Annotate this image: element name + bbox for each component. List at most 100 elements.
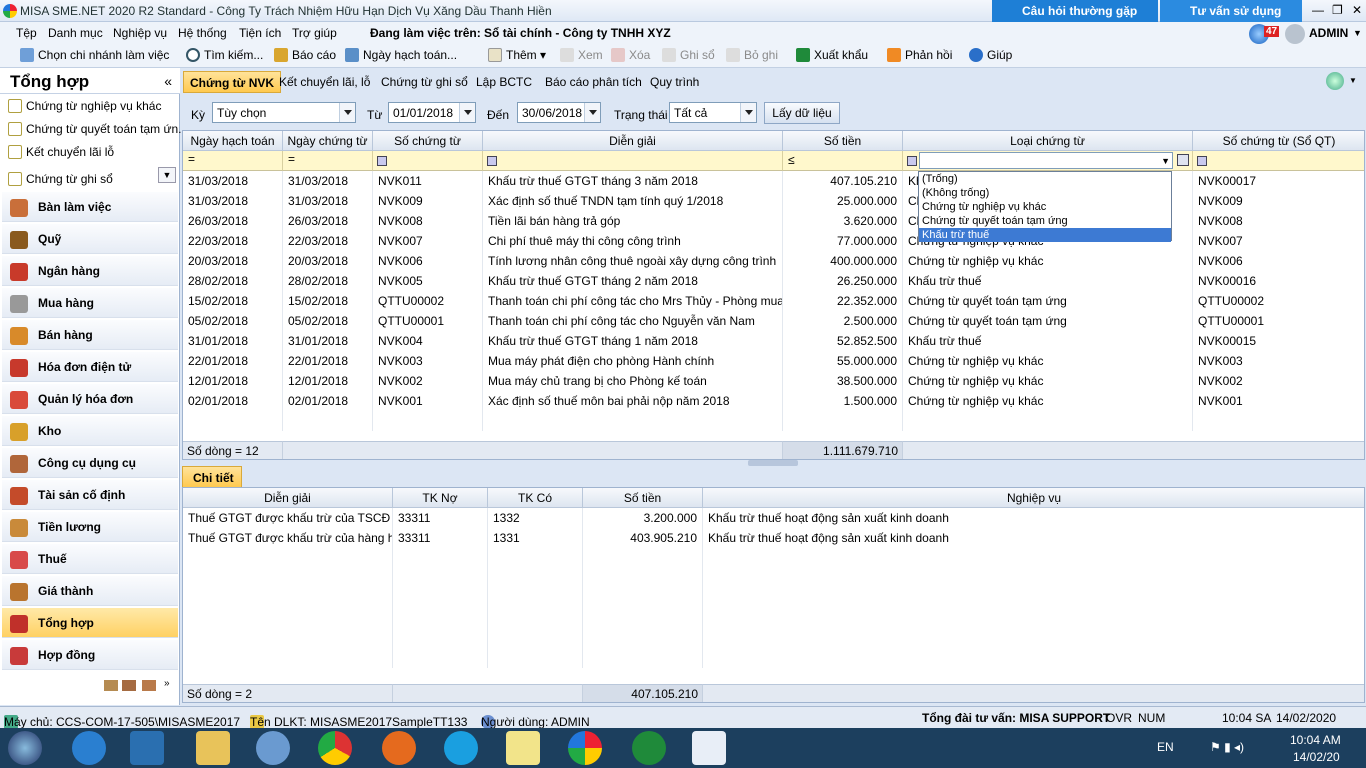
- faq-button[interactable]: Câu hỏi thường gặp: [992, 0, 1158, 22]
- description-cell[interactable]: Thanh toán chi phí công tác cho Nguyễn v…: [483, 311, 783, 331]
- voucher-type-filter-combo[interactable]: ▼: [919, 152, 1173, 169]
- description-cell[interactable]: Tiền lãi bán hàng trả góp: [483, 211, 783, 231]
- user-menu[interactable]: ADMIN: [1309, 26, 1348, 40]
- menu-help[interactable]: Trợ giúp: [292, 26, 337, 40]
- add-button[interactable]: Thêm ▾: [488, 48, 546, 62]
- amount-cell[interactable]: 407.105.210: [783, 171, 903, 191]
- posting-date-cell[interactable]: 12/01/2018: [183, 371, 283, 391]
- voucher-type-cell[interactable]: Chứng từ nghiệp vụ khác: [903, 351, 1193, 371]
- voucher-no-cell[interactable]: NVK003: [373, 351, 483, 371]
- tab-process[interactable]: Quy trình: [644, 71, 705, 93]
- option-other-vouchers[interactable]: Chứng từ nghiệp vụ khác: [919, 200, 1171, 214]
- tab-profit-transfer[interactable]: Kết chuyển lãi, lỗ: [273, 71, 376, 93]
- filter-voucher-type[interactable]: ▼: [903, 151, 1193, 171]
- module-costing[interactable]: Giá thành: [2, 576, 178, 606]
- voucher-date-cell[interactable]: 28/02/2018: [283, 271, 373, 291]
- sidebar-subitem-other-vouchers[interactable]: Chứng từ nghiệp vụ khác: [8, 99, 161, 121]
- amount-cell[interactable]: 400.000.000: [783, 251, 903, 271]
- voucher-date-cell[interactable]: 15/02/2018: [283, 291, 373, 311]
- amount-cell[interactable]: 1.500.000: [783, 391, 903, 411]
- module-tax[interactable]: Thuế: [2, 544, 178, 574]
- ledger-voucher-no-cell[interactable]: NVK009: [1193, 191, 1364, 211]
- module-contracts[interactable]: Hợp đồng: [2, 640, 178, 670]
- to-date-picker[interactable]: 30/06/2018: [517, 102, 601, 123]
- filter-ledger-voucher-no[interactable]: [1193, 151, 1364, 171]
- filter-voucher-date[interactable]: =: [283, 151, 373, 171]
- posting-date-cell[interactable]: 22/03/2018: [183, 231, 283, 251]
- posting-date-cell[interactable]: 31/01/2018: [183, 331, 283, 351]
- module-payroll[interactable]: Tiền lương: [2, 512, 178, 542]
- col-header-debit-account[interactable]: TK Nợ: [393, 488, 488, 508]
- report-button[interactable]: Báo cáo: [274, 48, 336, 62]
- amount-cell[interactable]: 55.000.000: [783, 351, 903, 371]
- filter-amount[interactable]: ≤: [783, 151, 903, 171]
- delete-button[interactable]: Xóa: [611, 48, 650, 62]
- module-e-invoice[interactable]: Hóa đơn điện tử: [2, 352, 178, 382]
- search-button[interactable]: Tìm kiếm...: [186, 48, 263, 62]
- ledger-voucher-no-cell[interactable]: NVK001: [1193, 391, 1364, 411]
- firefox-icon[interactable]: [382, 731, 416, 765]
- amount-cell[interactable]: 22.352.000: [783, 291, 903, 311]
- col-header-amount[interactable]: Số tiền: [783, 131, 903, 151]
- menu-system[interactable]: Hệ thống: [178, 26, 227, 40]
- description-cell[interactable]: Khấu trừ thuế GTGT tháng 1 năm 2018: [483, 331, 783, 351]
- sidebar-subitem-ledger-vouchers[interactable]: Chứng từ ghi sổ: [8, 172, 113, 186]
- avatar[interactable]: [1285, 24, 1305, 44]
- col-header-voucher-date[interactable]: Ngày chứng từ: [283, 131, 373, 151]
- option-tax-deduction[interactable]: Khấu trừ thuế: [919, 228, 1171, 242]
- filter-posting-date[interactable]: =: [183, 151, 283, 171]
- subitems-scroll-down-icon[interactable]: ▼: [158, 167, 176, 183]
- file-explorer-icon[interactable]: [196, 731, 230, 765]
- tab-financial-statements[interactable]: Lập BCTC: [470, 71, 538, 93]
- debit-account-cell[interactable]: 33311: [393, 508, 488, 528]
- gear-icon[interactable]: [1326, 72, 1344, 90]
- chrome-icon[interactable]: [318, 731, 352, 765]
- filter-operator-icon[interactable]: [377, 156, 387, 166]
- internet-explorer-icon[interactable]: [72, 731, 106, 765]
- description-cell[interactable]: Khấu trừ thuế GTGT tháng 3 năm 2018: [483, 171, 783, 191]
- description-cell[interactable]: Thanh toán chi phí công tác cho Mrs Thủy…: [483, 291, 783, 311]
- voucher-date-cell[interactable]: 05/02/2018: [283, 311, 373, 331]
- voucher-type-cell[interactable]: Khấu trừ thuế: [903, 271, 1193, 291]
- col-header-voucher-type[interactable]: Loại chứng từ: [903, 131, 1193, 151]
- amount-cell[interactable]: 38.500.000: [783, 371, 903, 391]
- module-fixed-assets[interactable]: Tài sản cố định: [2, 480, 178, 510]
- posting-date-cell[interactable]: 22/01/2018: [183, 351, 283, 371]
- ledger-voucher-no-cell[interactable]: QTTU00001: [1193, 311, 1364, 331]
- document-app-icon[interactable]: [692, 731, 726, 765]
- description-cell[interactable]: Mua máy phát điện cho phòng Hành chính: [483, 351, 783, 371]
- amount-cell[interactable]: 26.250.000: [783, 271, 903, 291]
- ledger-voucher-no-cell[interactable]: NVK008: [1193, 211, 1364, 231]
- voucher-date-cell[interactable]: 22/01/2018: [283, 351, 373, 371]
- green-app-icon[interactable]: [632, 731, 666, 765]
- menu-operations[interactable]: Nghiệp vụ: [113, 26, 167, 40]
- mini-module-icon[interactable]: [142, 680, 156, 691]
- sidebar-subitem-profit-transfer[interactable]: Kết chuyển lãi lỗ: [8, 145, 114, 167]
- menu-utilities[interactable]: Tiện ích: [239, 26, 281, 40]
- misa-app-icon[interactable]: [568, 731, 602, 765]
- voucher-no-cell[interactable]: QTTU00002: [373, 291, 483, 311]
- detail-amount-cell[interactable]: 403.905.210: [583, 528, 703, 548]
- teamviewer-icon[interactable]: [256, 731, 290, 765]
- posting-date-cell[interactable]: 28/02/2018: [183, 271, 283, 291]
- posting-date-cell[interactable]: 31/03/2018: [183, 191, 283, 211]
- voucher-date-cell[interactable]: 31/01/2018: [283, 331, 373, 351]
- voucher-date-cell[interactable]: 20/03/2018: [283, 251, 373, 271]
- gear-chevron-icon[interactable]: ▼: [1349, 76, 1357, 85]
- posting-date-cell[interactable]: 31/03/2018: [183, 171, 283, 191]
- voucher-no-cell[interactable]: NVK007: [373, 231, 483, 251]
- col-header-detail-description[interactable]: Diễn giải: [183, 488, 393, 508]
- ledger-voucher-no-cell[interactable]: NVK00015: [1193, 331, 1364, 351]
- posting-date-cell[interactable]: 05/02/2018: [183, 311, 283, 331]
- module-invoice-management[interactable]: Quản lý hóa đơn: [2, 384, 178, 414]
- voucher-type-cell[interactable]: Chứng từ nghiệp vụ khác: [903, 371, 1193, 391]
- col-header-credit-account[interactable]: TK Có: [488, 488, 583, 508]
- chevron-down-icon[interactable]: [584, 103, 600, 122]
- tab-ledger-vouchers[interactable]: Chứng từ ghi sổ: [375, 71, 474, 93]
- amount-cell[interactable]: 3.620.000: [783, 211, 903, 231]
- voucher-no-cell[interactable]: NVK009: [373, 191, 483, 211]
- chevron-down-icon[interactable]: [339, 103, 355, 122]
- user-menu-chevron-icon[interactable]: ▼: [1353, 28, 1362, 38]
- module-sales[interactable]: Bán hàng: [2, 320, 178, 350]
- voucher-date-cell[interactable]: 26/03/2018: [283, 211, 373, 231]
